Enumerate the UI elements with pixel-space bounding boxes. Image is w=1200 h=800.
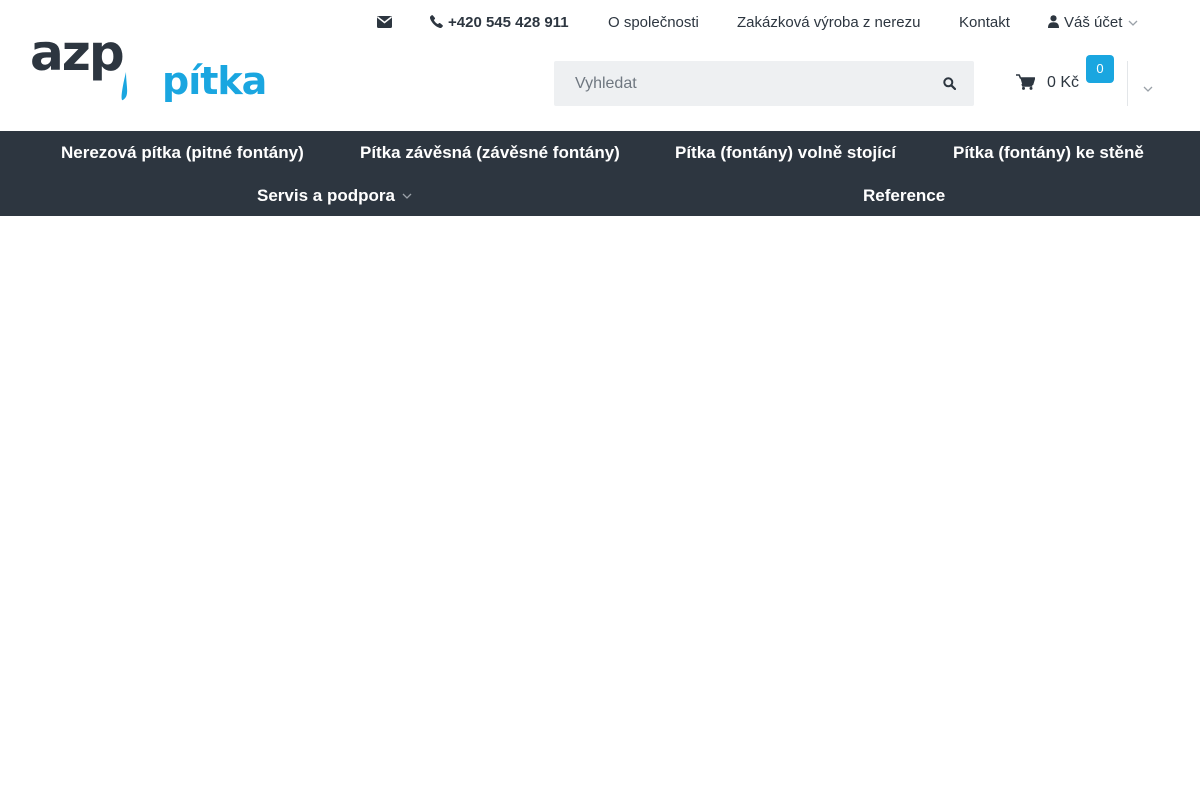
user-icon (1048, 15, 1059, 28)
search-icon (943, 77, 957, 91)
nav-item-wall-hung-fountains[interactable]: Pítka závěsná (závěsné fontány) (360, 143, 620, 163)
account-label: Váš účet (1064, 14, 1123, 31)
about-link[interactable]: O společnosti (608, 14, 699, 31)
phone-link[interactable]: +420 545 428 911 (429, 14, 569, 31)
header-divider (1127, 61, 1128, 106)
nav-item-service-label: Servis a podpora (257, 186, 395, 205)
account-menu[interactable]: Váš účet (1048, 14, 1138, 31)
custom-production-link[interactable]: Zakázková výroba z nerezu (737, 14, 920, 31)
chevron-down-icon (1128, 20, 1138, 26)
main-navigation: Nerezová pítka (pitné fontány) Pítka záv… (0, 131, 1200, 216)
contact-link[interactable]: Kontakt (959, 14, 1010, 31)
cart-dropdown-toggle[interactable] (1143, 79, 1153, 97)
envelope-icon (377, 16, 392, 28)
email-link[interactable] (377, 15, 392, 32)
nav-item-stainless-fountains[interactable]: Nerezová pítka (pitné fontány) (61, 143, 304, 163)
phone-icon (429, 15, 443, 29)
nav-item-reference[interactable]: Reference (863, 186, 945, 206)
nav-item-freestanding-fountains[interactable]: Pítka (fontány) volně stojící (675, 143, 896, 163)
phone-number: +420 545 428 911 (448, 14, 569, 31)
svg-text:pítka: pítka (162, 59, 266, 103)
chevron-down-icon (1143, 86, 1153, 92)
top-links: +420 545 428 911 O společnosti Zakázková… (0, 0, 1200, 44)
cart-count-badge: 0 (1086, 55, 1114, 83)
search-button[interactable] (943, 77, 957, 95)
search-input[interactable] (554, 61, 914, 106)
shopping-cart-icon (1016, 74, 1035, 90)
cart-total: 0 Kč (1047, 74, 1080, 91)
nav-item-service-support[interactable]: Servis a podpora (257, 186, 412, 206)
search-box (554, 61, 974, 106)
chevron-down-icon (402, 193, 412, 199)
nav-item-wall-fountains[interactable]: Pítka (fontány) ke stěně (953, 143, 1144, 163)
site-header: azp pítka +420 545 428 911 O společnosti… (0, 0, 1200, 131)
